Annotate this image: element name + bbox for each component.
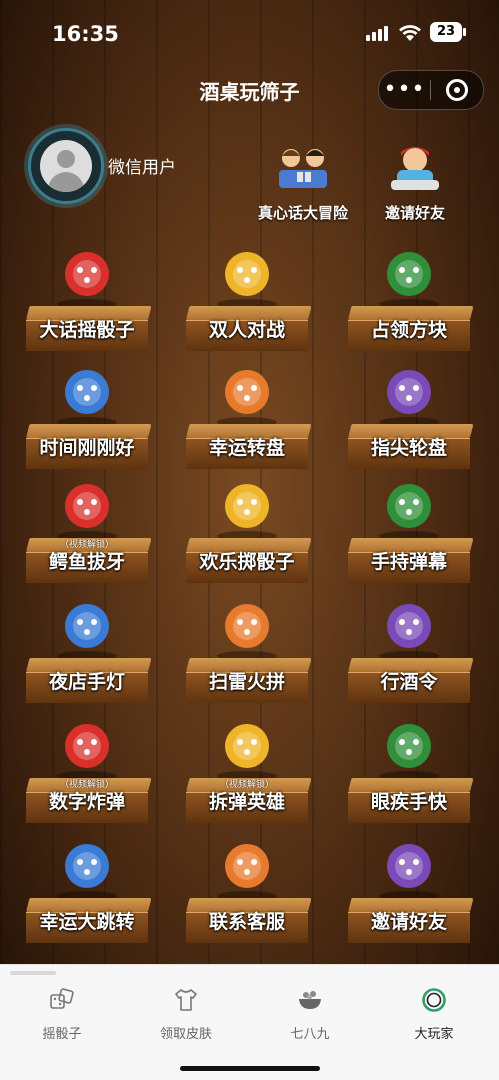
phone-barrage-icon — [379, 484, 439, 541]
customer-service-icon — [217, 844, 277, 901]
dice-cup-icon — [57, 252, 117, 309]
tab-skins[interactable]: 领取皮肤 — [124, 987, 248, 1042]
fingertip-wheel-icon — [379, 370, 439, 427]
game-tile-label: 邀请好友 — [370, 911, 447, 933]
dice-tab-icon — [50, 988, 74, 1009]
game-tile[interactable]: 联系客服 — [180, 832, 314, 943]
number-bomb-icon — [57, 724, 117, 781]
lucky-wheel-icon — [217, 370, 277, 427]
game-tile-label: 鳄鱼拔牙 — [48, 551, 125, 573]
game-tile[interactable]: 扫雷火拼 — [180, 592, 314, 703]
tab-789-label: 七八九 — [290, 1027, 330, 1042]
tab-skins-label: 领取皮肤 — [159, 1027, 212, 1042]
truth-or-dare-link[interactable]: 真心话大冒险 — [248, 140, 358, 223]
game-tile[interactable]: 占领方块 — [342, 240, 476, 351]
game-tile[interactable]: 邀请好友 — [342, 832, 476, 943]
game-tile-label: 联系客服 — [208, 911, 285, 933]
game-tile-label: 眼疾手快 — [370, 791, 447, 813]
fist-bump-icon — [217, 252, 277, 309]
game-tile-label: 双人对战 — [208, 319, 285, 341]
game-tile-label: 幸运大跳转 — [39, 911, 135, 933]
game-tile[interactable]: 幸运大跳转 — [20, 832, 154, 943]
game-tile[interactable]: 行酒令 — [342, 592, 476, 703]
avatar[interactable] — [28, 128, 104, 204]
invite-friends-label: 邀请好友 — [384, 204, 445, 222]
dancers-icon — [57, 844, 117, 901]
game-tile[interactable]: 欢乐掷骰子 — [180, 472, 314, 583]
bomb-icon — [217, 604, 277, 661]
username: 微信用户 — [108, 158, 176, 178]
truth-or-dare-label: 真心话大冒险 — [257, 204, 348, 222]
tab-big-player[interactable]: 大玩家 — [372, 987, 496, 1042]
game-tile[interactable]: 手持弹幕 — [342, 472, 476, 583]
invite-icon — [391, 147, 439, 190]
battery-icon: 23 — [430, 22, 466, 42]
game-tile-label: 夜店手灯 — [48, 671, 125, 693]
soldiers-icon — [379, 252, 439, 309]
tab-dice[interactable]: 摇骰子 — [0, 987, 124, 1042]
wifi-icon — [399, 25, 421, 41]
club-light-icon — [57, 604, 117, 661]
game-tile-label: 行酒令 — [380, 671, 438, 693]
alarm-clock-icon — [57, 370, 117, 427]
tab-big-player-label: 大玩家 — [414, 1027, 454, 1042]
game-tile-label: 欢乐掷骰子 — [199, 551, 295, 573]
dice-throw-icon — [217, 484, 277, 541]
game-tile-label: 手持弹幕 — [370, 551, 447, 573]
crocodile-icon — [57, 484, 117, 541]
bowl-tab-icon — [299, 991, 321, 1009]
status-bar: 16:35 23 — [0, 0, 499, 62]
tab-indicator — [10, 971, 56, 975]
game-tile[interactable]: 夜店手灯 — [20, 592, 154, 703]
game-tile[interactable]: （视频解锁） 鳄鱼拔牙 — [20, 472, 154, 583]
game-tile[interactable]: 眼疾手快 — [342, 712, 476, 823]
invite-dancers-icon — [379, 844, 439, 901]
game-tile-label: 时间刚刚好 — [39, 437, 135, 459]
eyes-icon — [379, 724, 439, 781]
game-tile[interactable]: （视频解锁） 数字炸弹 — [20, 712, 154, 823]
game-tile-label: 幸运转盘 — [208, 437, 285, 459]
game-tile[interactable]: 指尖轮盘 — [342, 358, 476, 469]
tab-bar: 摇骰子 领取皮肤 七八九 大玩家 — [0, 964, 499, 1080]
game-tile-label: 扫雷火拼 — [208, 671, 285, 693]
game-tile[interactable]: 大话摇骰子 — [20, 240, 154, 351]
avatar-placeholder-icon — [40, 140, 92, 192]
more-button[interactable]: ••• — [379, 71, 430, 109]
game-tile-label: 数字炸弹 — [48, 791, 125, 813]
invite-friends-link[interactable]: 邀请好友 — [360, 140, 470, 223]
drinking-game-icon — [379, 604, 439, 661]
game-tile-label: 指尖轮盘 — [370, 437, 447, 459]
game-tile[interactable]: 时间刚刚好 — [20, 358, 154, 469]
truth-dare-icon — [279, 149, 327, 188]
target-icon — [445, 79, 468, 101]
shirt-tab-icon — [175, 989, 197, 1011]
game-tile[interactable]: 双人对战 — [180, 240, 314, 351]
close-miniprogram-button[interactable] — [431, 79, 482, 101]
nav-bar: 酒桌玩筛子 ••• — [0, 62, 499, 116]
tab-dice-label: 摇骰子 — [42, 1027, 82, 1042]
game-tile[interactable]: 幸运转盘 — [180, 358, 314, 469]
status-time: 16:35 — [52, 22, 119, 46]
game-tile-label: 占领方块 — [370, 319, 447, 341]
game-tile-label: 拆弹英雄 — [208, 791, 285, 813]
player-tab-icon — [422, 988, 446, 1012]
home-indicator — [180, 1066, 320, 1071]
game-tile[interactable]: （视频解锁） 拆弹英雄 — [180, 712, 314, 823]
screen: 16:35 23 酒桌玩筛子 ••• 微信用户 真心话大冒险 邀请好友 大话摇骰… — [0, 0, 499, 1080]
miniprogram-capsule: ••• — [378, 70, 484, 110]
signal-icon — [366, 26, 388, 41]
tab-789[interactable]: 七八九 — [248, 987, 372, 1042]
game-tile-label: 大话摇骰子 — [39, 319, 135, 341]
dynamite-icon — [217, 724, 277, 781]
